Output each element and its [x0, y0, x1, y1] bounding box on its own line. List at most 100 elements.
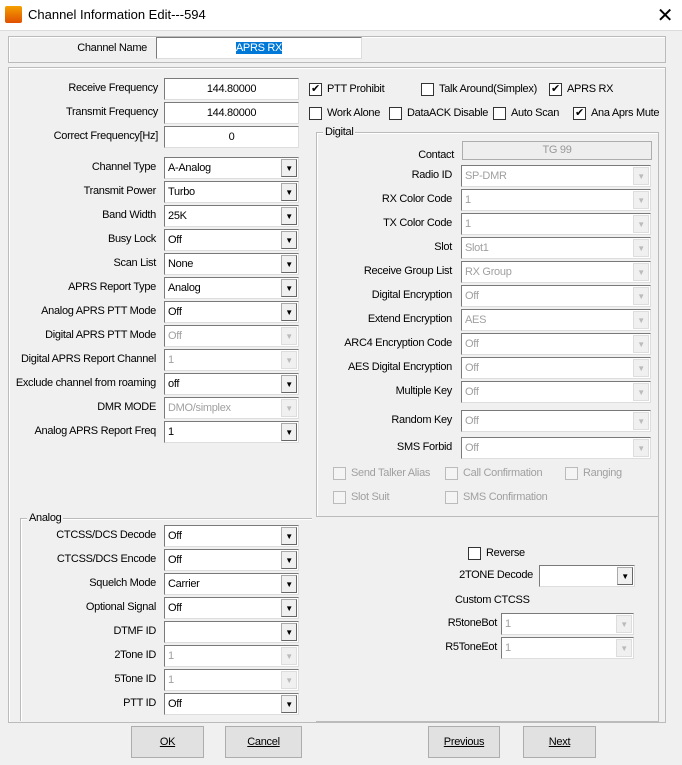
dropdown-arrow-icon[interactable]: ▼	[281, 255, 297, 273]
dropdown-arrow-icon[interactable]: ▼	[633, 215, 649, 233]
dropdown-arrow-icon[interactable]: ▼	[633, 359, 649, 377]
slot-combo[interactable]: Slot1 ▼	[461, 237, 651, 259]
contact-button[interactable]: TG 99	[462, 141, 652, 160]
dropdown-arrow-icon[interactable]: ▼	[281, 423, 297, 441]
dropdown-arrow-icon[interactable]: ▼	[616, 639, 632, 657]
ctcss-dcs-decode-combo[interactable]: Off ▼	[164, 525, 299, 547]
dropdown-arrow-icon[interactable]: ▼	[281, 183, 297, 201]
digital-encryption-combo[interactable]: Off ▼	[461, 285, 651, 307]
dropdown-arrow-icon[interactable]: ▼	[281, 327, 297, 345]
dropdown-arrow-icon[interactable]: ▼	[633, 191, 649, 209]
transmit-power-combo[interactable]: Turbo ▼	[164, 181, 299, 203]
dropdown-arrow-icon[interactable]: ▼	[633, 167, 649, 185]
talk-around-simplex-checkbox[interactable]: Talk Around(Simplex)	[421, 83, 537, 96]
digital-aprs-report-channel-combo[interactable]: 1 ▼	[164, 349, 299, 371]
receive-frequency-input[interactable]: 144.80000	[164, 78, 299, 100]
aprs-rx-checkbox[interactable]: ✔ APRS RX	[549, 83, 614, 96]
dropdown-arrow-icon[interactable]: ▼	[616, 615, 632, 633]
channel-type-combo[interactable]: A-Analog ▼	[164, 157, 299, 179]
ok-button[interactable]: OK	[131, 726, 204, 758]
checkbox-box[interactable]	[468, 547, 481, 560]
sms-confirmation-checkbox[interactable]: SMS Confirmation	[445, 491, 548, 504]
analog-aprs-ptt-mode-combo[interactable]: Off ▼	[164, 301, 299, 323]
dropdown-arrow-icon[interactable]: ▼	[633, 239, 649, 257]
multiple-key-combo[interactable]: Off ▼	[461, 381, 651, 403]
random-key-combo[interactable]: Off ▼	[461, 410, 651, 432]
transmit-frequency-input[interactable]: 144.80000	[164, 102, 299, 124]
optional-signal-combo[interactable]: Off ▼	[164, 597, 299, 619]
checkbox-box[interactable]	[309, 107, 322, 120]
r5tonebot-combo[interactable]: 1 ▼	[501, 613, 634, 635]
busy-lock-combo[interactable]: Off ▼	[164, 229, 299, 251]
aprs-report-type-combo[interactable]: Analog ▼	[164, 277, 299, 299]
auto-scan-checkbox[interactable]: Auto Scan	[493, 107, 559, 120]
checkbox-box[interactable]	[333, 467, 346, 480]
dropdown-arrow-icon[interactable]: ▼	[281, 599, 297, 617]
checkmark-icon[interactable]: ✔	[309, 83, 322, 96]
dropdown-arrow-icon[interactable]: ▼	[281, 623, 297, 641]
dropdown-arrow-icon[interactable]: ▼	[633, 263, 649, 281]
radio-id-combo[interactable]: SP-DMR ▼	[461, 165, 651, 187]
dropdown-arrow-icon[interactable]: ▼	[281, 671, 297, 689]
dmr-mode-combo[interactable]: DMO/simplex ▼	[164, 397, 299, 419]
cancel-button[interactable]: Cancel	[225, 726, 302, 758]
correct-frequency-hz-input[interactable]: 0	[164, 126, 299, 148]
channel-name-input[interactable]: APRS RX	[156, 37, 362, 59]
2tone-id-combo[interactable]: 1 ▼	[164, 645, 299, 667]
dropdown-arrow-icon[interactable]: ▼	[281, 399, 297, 417]
checkbox-box[interactable]	[493, 107, 506, 120]
work-alone-checkbox[interactable]: Work Alone	[309, 107, 380, 120]
tx-color-code-combo[interactable]: 1 ▼	[461, 213, 651, 235]
ctcss-dcs-encode-combo[interactable]: Off ▼	[164, 549, 299, 571]
dropdown-arrow-icon[interactable]: ▼	[633, 439, 649, 457]
dropdown-arrow-icon[interactable]: ▼	[617, 567, 633, 585]
checkbox-box[interactable]	[389, 107, 402, 120]
dropdown-arrow-icon[interactable]: ▼	[633, 287, 649, 305]
dropdown-arrow-icon[interactable]: ▼	[281, 551, 297, 569]
dropdown-arrow-icon[interactable]: ▼	[281, 695, 297, 713]
next-button[interactable]: Next	[523, 726, 596, 758]
twotone-decode-combo[interactable]: ▼	[539, 565, 635, 587]
dropdown-arrow-icon[interactable]: ▼	[281, 647, 297, 665]
slot-suit-checkbox[interactable]: Slot Suit	[333, 491, 390, 504]
dropdown-arrow-icon[interactable]: ▼	[281, 575, 297, 593]
digital-aprs-ptt-mode-combo[interactable]: Off ▼	[164, 325, 299, 347]
checkbox-box[interactable]	[421, 83, 434, 96]
r5toneeot-combo[interactable]: 1 ▼	[501, 637, 634, 659]
rx-color-code-combo[interactable]: 1 ▼	[461, 189, 651, 211]
dropdown-arrow-icon[interactable]: ▼	[281, 231, 297, 249]
dataack-disable-checkbox[interactable]: DataACK Disable	[389, 107, 488, 120]
send-talker-alias-checkbox[interactable]: Send Talker Alias	[333, 467, 430, 480]
dropdown-arrow-icon[interactable]: ▼	[281, 351, 297, 369]
reverse-checkbox[interactable]: Reverse	[468, 547, 525, 560]
checkbox-box[interactable]	[445, 491, 458, 504]
checkbox-box[interactable]	[333, 491, 346, 504]
arc4-encryption-code-combo[interactable]: Off ▼	[461, 333, 651, 355]
analog-aprs-report-freq-combo[interactable]: 1 ▼	[164, 421, 299, 443]
dropdown-arrow-icon[interactable]: ▼	[281, 527, 297, 545]
scan-list-combo[interactable]: None ▼	[164, 253, 299, 275]
dropdown-arrow-icon[interactable]: ▼	[281, 375, 297, 393]
extend-encryption-combo[interactable]: AES ▼	[461, 309, 651, 331]
ranging-checkbox[interactable]: Ranging	[565, 467, 622, 480]
dropdown-arrow-icon[interactable]: ▼	[633, 335, 649, 353]
checkbox-box[interactable]	[565, 467, 578, 480]
checkbox-box[interactable]	[445, 467, 458, 480]
5tone-id-combo[interactable]: 1 ▼	[164, 669, 299, 691]
dtmf-id-combo[interactable]: ▼	[164, 621, 299, 643]
ana-aprs-mute-checkbox[interactable]: ✔ Ana Aprs Mute	[573, 107, 660, 120]
previous-button[interactable]: Previous	[428, 726, 500, 758]
dropdown-arrow-icon[interactable]: ▼	[633, 383, 649, 401]
call-confirmation-checkbox[interactable]: Call Confirmation	[445, 467, 543, 480]
checkmark-icon[interactable]: ✔	[549, 83, 562, 96]
exclude-channel-from-roaming-combo[interactable]: off ▼	[164, 373, 299, 395]
squelch-mode-combo[interactable]: Carrier ▼	[164, 573, 299, 595]
dropdown-arrow-icon[interactable]: ▼	[281, 303, 297, 321]
dropdown-arrow-icon[interactable]: ▼	[633, 412, 649, 430]
aes-digital-encryption-combo[interactable]: Off ▼	[461, 357, 651, 379]
receive-group-list-combo[interactable]: RX Group ▼	[461, 261, 651, 283]
ptt-id-combo[interactable]: Off ▼	[164, 693, 299, 715]
checkmark-icon[interactable]: ✔	[573, 107, 586, 120]
dropdown-arrow-icon[interactable]: ▼	[281, 207, 297, 225]
close-icon[interactable]: ✕	[650, 3, 680, 28]
